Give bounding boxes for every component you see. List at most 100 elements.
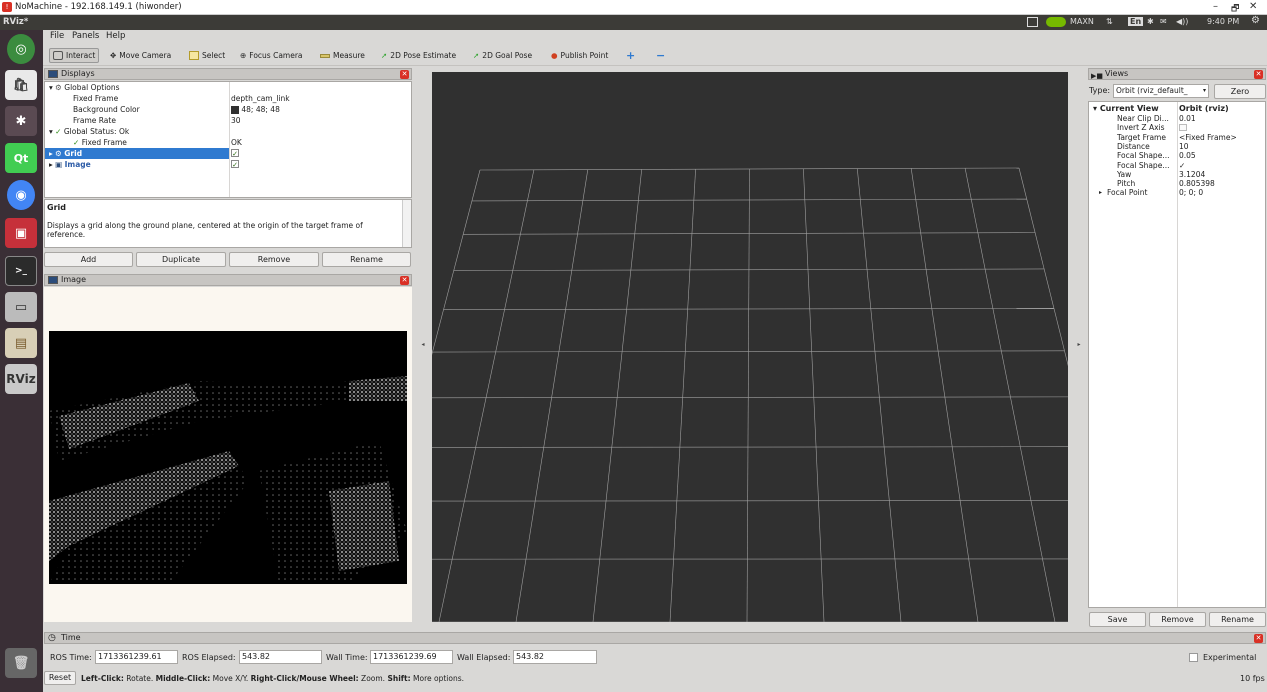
invert-z-checkbox[interactable] [1179, 124, 1187, 132]
pose-estimate-icon: ➚ [381, 51, 388, 60]
frame-rate-value[interactable]: 30 [231, 115, 241, 126]
chromium-icon[interactable]: ◉ [7, 180, 35, 210]
collapse-arrow-icon[interactable]: ▾ [49, 83, 53, 92]
tray-app-icon[interactable] [1027, 17, 1038, 27]
menu-panels[interactable]: Panels [72, 31, 99, 41]
experimental-checkbox[interactable] [1189, 653, 1198, 662]
network-icon[interactable]: ⇅ [1106, 17, 1113, 26]
keyboard-language[interactable]: En [1128, 17, 1144, 26]
check-icon: ✓ [55, 127, 62, 136]
hand-icon [53, 51, 63, 60]
remove-tool-icon[interactable]: − [653, 48, 668, 63]
current-view-row[interactable]: ▾ Current View [1093, 103, 1159, 114]
displays-tree[interactable]: ▾ ⚙ Global Options Fixed Frame depth_cam… [44, 81, 412, 198]
view-prop-value[interactable]: 0.805398 [1179, 179, 1215, 188]
wall-time-label: Wall Time: [326, 653, 368, 662]
select-tool[interactable]: Select [186, 48, 228, 63]
image-display-row[interactable]: ▸ ▣ Image [49, 159, 91, 170]
right-dock-toggle[interactable]: ▸ [1070, 66, 1088, 622]
add-display-button[interactable]: Add [44, 252, 133, 267]
system-settings-icon[interactable]: ✱ [5, 106, 37, 136]
view-prop-value[interactable]: 10 [1179, 142, 1189, 151]
goal-pose-tool[interactable]: ➚ 2D Goal Pose [470, 48, 535, 63]
left-dock-toggle[interactable]: ◂ [414, 66, 432, 622]
time-panel-close-icon[interactable]: ✕ [1254, 634, 1263, 643]
remove-display-button[interactable]: Remove [229, 252, 319, 267]
qt-creator-icon[interactable]: Qt [5, 143, 37, 173]
drive-icon[interactable]: ▭ [5, 292, 37, 322]
expand-arrow-icon[interactable]: ▸ [49, 149, 53, 158]
grid-line [803, 168, 825, 623]
fixed-frame-value[interactable]: depth_cam_link [231, 93, 290, 104]
wall-time-field[interactable]: 1713361239.69 [370, 650, 453, 664]
publish-point-tool[interactable]: ● Publish Point [548, 48, 611, 63]
view-prop-value[interactable]: 0.01 [1179, 114, 1196, 123]
bg-color-row[interactable]: 48; 48; 48 [231, 104, 280, 115]
measure-tool[interactable]: Measure [317, 48, 368, 63]
view-prop-value[interactable]: <Fixed Frame> [1179, 133, 1237, 142]
power-mode[interactable]: MAXN [1070, 17, 1094, 26]
clock[interactable]: 9:40 PM [1207, 17, 1239, 26]
menu-file[interactable]: File [50, 31, 64, 41]
window-title: NoMachine - 192.168.149.1 (hiwonder) [15, 2, 182, 12]
view-prop-value[interactable]: 3.1204 [1179, 170, 1205, 179]
zero-view-button[interactable]: Zero [1214, 84, 1266, 99]
grid-line [910, 168, 979, 623]
move-camera-tool[interactable]: ✥ Move Camera [107, 48, 174, 63]
grid-display-row[interactable]: ▸ ⚙ Grid [45, 148, 229, 159]
wall-elapsed-field[interactable]: 543.82 [513, 650, 597, 664]
duplicate-display-button[interactable]: Duplicate [136, 252, 226, 267]
ros-elapsed-field[interactable]: 543.82 [239, 650, 322, 664]
active-app-name: RViz* [3, 17, 29, 27]
terminal-icon[interactable]: >_ [5, 256, 37, 286]
grid-enabled-checkbox[interactable]: ✓ [231, 148, 239, 159]
close-button[interactable]: ✕ [1249, 1, 1257, 12]
image-panel-close-icon[interactable]: ✕ [400, 276, 409, 285]
mail-icon[interactable]: ✉ [1160, 17, 1167, 26]
volume-icon[interactable]: ◀)) [1176, 17, 1188, 26]
image-panel-header: Image ✕ [44, 274, 412, 286]
focus-camera-tool[interactable]: ⊕ Focus Camera [237, 48, 306, 63]
collapse-arrow-icon[interactable]: ▾ [49, 127, 53, 136]
remove-view-button[interactable]: Remove [1149, 612, 1206, 627]
reset-button[interactable]: Reset [44, 671, 76, 685]
rename-display-button[interactable]: Rename [322, 252, 411, 267]
status-hint: Left-Click: Rotate. Middle-Click: Move X… [81, 674, 464, 683]
grid-line [669, 169, 696, 623]
global-status-row[interactable]: ▾ ✓ Global Status: Ok [49, 126, 129, 137]
nomachine-launcher-icon[interactable]: ▣ [5, 218, 37, 248]
rename-view-button[interactable]: Rename [1209, 612, 1266, 627]
image-enabled-checkbox[interactable]: ✓ [231, 159, 239, 170]
global-options-row[interactable]: ▾ ⚙ Global Options [49, 82, 229, 93]
render-3d-view[interactable] [361, 72, 1133, 623]
pose-estimate-tool[interactable]: ➚ 2D Pose Estimate [378, 48, 459, 63]
ubuntu-dash-icon[interactable]: ◎ [7, 34, 35, 64]
view-prop-value[interactable]: 0; 0; 0 [1179, 188, 1203, 197]
ros-time-field[interactable]: 1713361239.61 [95, 650, 178, 664]
nvidia-icon[interactable] [1046, 17, 1066, 27]
views-tree[interactable]: ▾ Current View Orbit (rviz) Near Clip Di… [1088, 101, 1266, 608]
displays-close-icon[interactable]: ✕ [400, 70, 409, 79]
rviz-icon[interactable]: RViz [5, 364, 37, 394]
menu-help[interactable]: Help [106, 31, 125, 41]
save-view-button[interactable]: Save [1089, 612, 1146, 627]
grid-icon: ⚙ [55, 149, 62, 158]
collapse-arrow-icon[interactable]: ▾ [1093, 104, 1097, 113]
settings-gear-icon[interactable]: ⚙ [1251, 15, 1260, 26]
interact-tool[interactable]: Interact [49, 48, 100, 63]
description-text: Displays a grid along the ground plane, … [47, 221, 363, 239]
views-close-icon[interactable]: ✕ [1254, 70, 1263, 79]
files-icon[interactable]: ▤ [5, 328, 37, 358]
view-prop-value[interactable]: 0.05 [1179, 151, 1196, 160]
software-center-icon[interactable]: 🛍 [5, 70, 37, 100]
minimize-button[interactable]: – [1213, 1, 1218, 12]
expand-arrow-icon[interactable]: ▸ [49, 160, 53, 169]
add-tool-icon[interactable]: + [623, 48, 638, 63]
view-prop-value[interactable]: ✓ [1179, 161, 1185, 170]
view-type-select[interactable]: Orbit (rviz_default_ ▾ [1113, 84, 1209, 98]
expand-arrow-icon[interactable]: ▸ [1099, 188, 1102, 197]
bluetooth-icon[interactable]: ✱ [1147, 17, 1154, 26]
image-icon: ▣ [55, 160, 63, 169]
trash-icon[interactable]: 🗑 [5, 648, 37, 678]
description-scrollbar[interactable] [402, 200, 411, 247]
